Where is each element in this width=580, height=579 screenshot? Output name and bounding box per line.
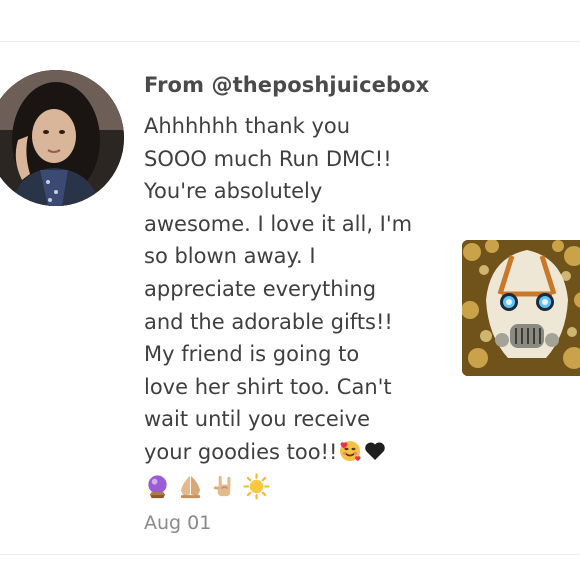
sender-handle[interactable]: From @theposhjuicebox xyxy=(144,73,429,97)
message-line: so blown away. I xyxy=(144,244,316,269)
message-line: and the adorable gifts!! xyxy=(144,309,393,334)
message-body: Ahhhhhh thank you SOOO much Run DMC!! Yo… xyxy=(144,110,444,469)
black-heart-icon xyxy=(365,442,386,460)
message-date: Aug 01 xyxy=(144,512,212,534)
message-line: appreciate everything xyxy=(144,276,377,301)
message-line: love her shirt too. Can't xyxy=(144,374,392,399)
avatar-photo xyxy=(0,70,124,206)
folded-hands-icon xyxy=(180,475,201,498)
smiling-face-with-hearts-icon xyxy=(340,440,361,462)
message-line: awesome. I love it all, I'm xyxy=(144,211,413,236)
message-line-text: your goodies too!! xyxy=(144,439,338,464)
message-line-last: your goodies too!! xyxy=(144,436,444,469)
listing-thumbnail[interactable] xyxy=(462,240,580,376)
message-line: Ahhhhhh thank you xyxy=(144,114,351,138)
sign-of-the-horns-icon xyxy=(213,475,231,496)
emoji-row xyxy=(144,470,270,502)
crystal-ball-icon xyxy=(148,474,167,498)
sun-icon xyxy=(243,472,270,500)
golden-mask-artwork-icon xyxy=(462,240,580,376)
message-line: wait until you receive xyxy=(144,407,370,432)
message-line: SOOO much Run DMC!! xyxy=(144,146,392,171)
message-card: From @theposhjuicebox Ahhhhhh thank you … xyxy=(0,41,580,555)
message-line: My friend is going to xyxy=(144,342,360,367)
message-line: You're absolutely xyxy=(144,179,323,204)
sender-avatar[interactable] xyxy=(0,70,124,206)
